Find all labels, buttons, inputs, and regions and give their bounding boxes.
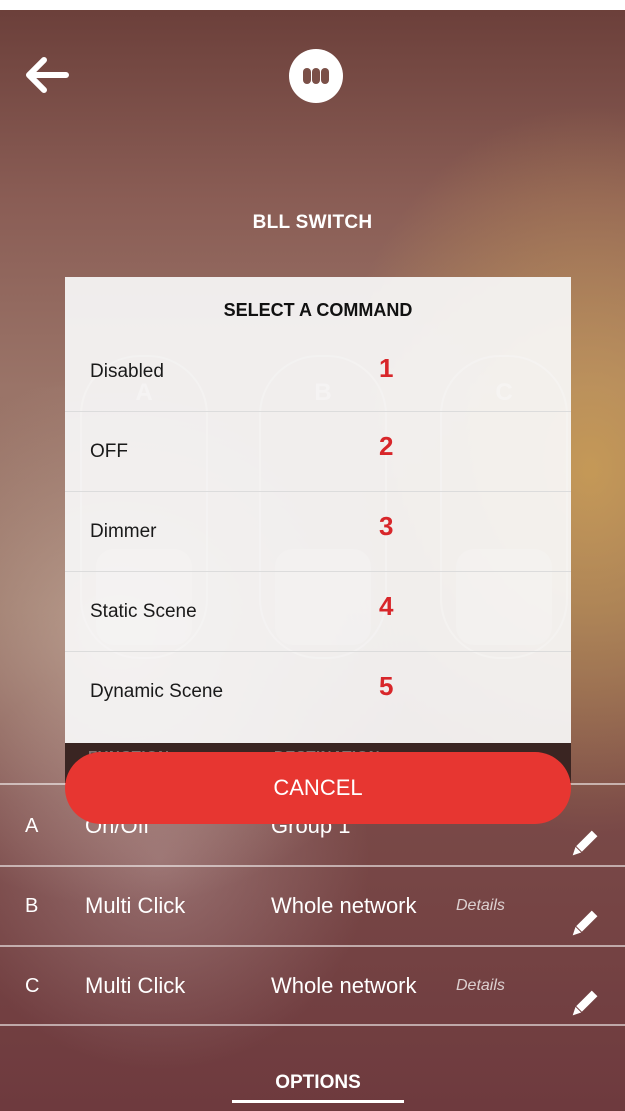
- status-bar-strip: [0, 0, 625, 10]
- row-destination[interactable]: Whole network: [271, 866, 417, 946]
- option-label: OFF: [90, 441, 128, 462]
- options-tab[interactable]: OPTIONS: [232, 1072, 404, 1103]
- option-label: Static Scene: [90, 601, 197, 622]
- row-details-link[interactable]: Details: [456, 946, 505, 1026]
- option-label: Dimmer: [90, 521, 157, 542]
- edit-button[interactable]: [568, 892, 600, 936]
- back-button[interactable]: [22, 50, 72, 100]
- divider: [0, 1024, 625, 1026]
- table-row: B Multi Click Whole network Details: [0, 866, 625, 946]
- edit-button[interactable]: [568, 972, 600, 1016]
- arrow-left-icon: [26, 57, 69, 93]
- device-title: BLL SWITCH: [252, 212, 373, 233]
- pencil-icon: [572, 910, 598, 936]
- option-number: 5: [379, 671, 394, 701]
- command-option-dynamic-scene[interactable]: Dynamic Scene 5: [65, 651, 571, 731]
- bll-logo-icon: [289, 49, 343, 103]
- option-number: 3: [379, 511, 394, 541]
- row-key: B: [25, 895, 39, 917]
- command-option-disabled[interactable]: Disabled 1: [65, 331, 571, 412]
- option-number: 1: [379, 353, 394, 383]
- pencil-icon: [572, 830, 598, 856]
- dialog-title: SELECT A COMMAND: [223, 300, 413, 320]
- table-row: C Multi Click Whole network Details: [0, 946, 625, 1026]
- row-function[interactable]: Multi Click: [85, 866, 185, 946]
- option-label: Disabled: [90, 361, 164, 382]
- row-function[interactable]: Multi Click: [85, 946, 185, 1026]
- option-number: 4: [379, 591, 394, 621]
- row-details-link[interactable]: Details: [456, 866, 505, 946]
- row-destination[interactable]: Whole network: [271, 946, 417, 1026]
- option-number: 2: [379, 431, 394, 461]
- command-option-dimmer[interactable]: Dimmer 3: [65, 491, 571, 572]
- command-option-off[interactable]: OFF 2: [65, 411, 571, 492]
- row-key: C: [25, 975, 40, 997]
- row-key: A: [25, 815, 39, 837]
- select-command-dialog: SELECT A COMMAND Disabled 1 OFF 2 Dimmer…: [65, 277, 571, 743]
- cancel-button[interactable]: CANCEL: [65, 752, 571, 824]
- option-label: Dynamic Scene: [90, 681, 224, 702]
- edit-button[interactable]: [568, 812, 600, 856]
- pencil-icon: [572, 990, 598, 1016]
- command-option-static-scene[interactable]: Static Scene 4: [65, 571, 571, 652]
